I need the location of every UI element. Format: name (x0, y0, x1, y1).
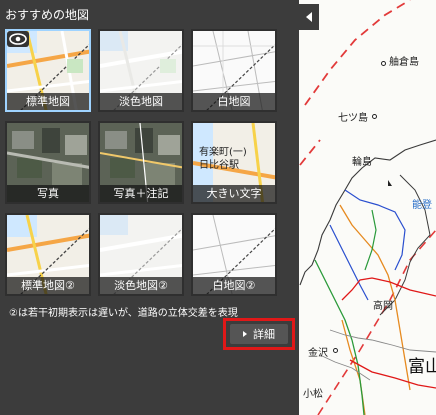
map-point-kanazawa (333, 348, 338, 353)
detail-button-label: 詳細 (253, 328, 275, 341)
note-text: ②は若干初期表示は遅いが、道路の立体交差を表現 (9, 308, 238, 319)
place-label: 金沢 (308, 348, 328, 359)
tile-label: 淡色地図 (100, 93, 182, 110)
detail-button[interactable]: 詳細 (223, 318, 295, 350)
map-point-nanatsujima (372, 114, 377, 119)
collapse-panel-button[interactable] (299, 4, 319, 30)
tile-photo[interactable]: 写真 (5, 121, 91, 204)
tile-photo-annotated[interactable]: 写真＋注記 (98, 121, 184, 204)
map-point-hegurajima (381, 61, 386, 66)
chevron-left-icon (306, 12, 312, 22)
tile-standard-map[interactable]: 標準地図 (5, 29, 91, 112)
tile-label: 標準地図② (7, 277, 89, 294)
place-label: 小松 (303, 389, 323, 400)
tile-standard-map-2[interactable]: 標準地図② (5, 213, 91, 296)
place-label: 七ツ島 (338, 113, 368, 124)
basemap-panel: おすすめの地図 標準地図 淡色地図 白地図 写真 写真＋注記 有楽町(一) 日比… (0, 0, 299, 415)
tile-label: 写真 (7, 185, 89, 202)
tile-large-text[interactable]: 有楽町(一) 日比谷駅 大きい文字 (191, 121, 277, 204)
tile-label: 淡色地図② (100, 277, 182, 294)
place-label: 輪島 (352, 157, 372, 168)
eye-icon[interactable] (7, 31, 29, 47)
place-label: 富山 (408, 357, 436, 377)
place-label: 能登 (412, 200, 432, 211)
tile-label: 白地図② (193, 277, 275, 294)
panel-title: おすすめの地図 (5, 8, 90, 22)
chevron-right-icon (243, 331, 247, 337)
tile-white-map-2[interactable]: 白地図② (191, 213, 277, 296)
tile-label: 標準地図 (7, 93, 89, 110)
tile-pale-map[interactable]: 淡色地図 (98, 29, 184, 112)
tile-pale-map-2[interactable]: 淡色地図② (98, 213, 184, 296)
tile-label: 白地図 (193, 93, 275, 110)
large-text-sample-line2: 日比谷駅 (199, 160, 239, 171)
place-label: 舳倉島 (389, 57, 419, 68)
tile-white-map[interactable]: 白地図 (191, 29, 277, 112)
tile-label: 写真＋注記 (100, 185, 182, 202)
detail-button-inner[interactable]: 詳細 (230, 324, 288, 344)
place-label: 高岡 (373, 301, 393, 312)
tile-label: 大きい文字 (193, 185, 275, 202)
